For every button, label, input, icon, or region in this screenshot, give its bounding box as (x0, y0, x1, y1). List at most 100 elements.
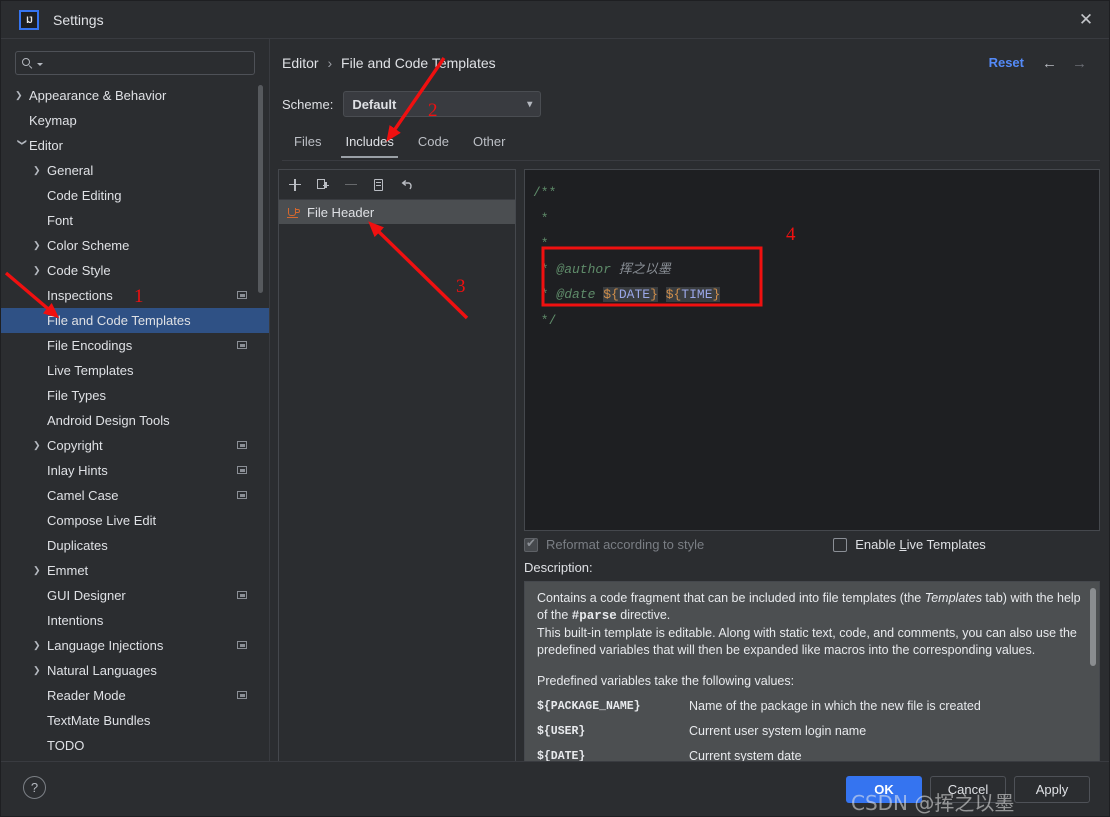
search-box[interactable] (15, 51, 255, 75)
template-list: File Header (279, 200, 515, 224)
sidebar-item-file-types[interactable]: File Types (1, 383, 269, 408)
code-token: * (533, 261, 557, 277)
chevron-right-icon[interactable]: ❯ (15, 91, 29, 100)
configurable-marker-icon (237, 441, 247, 449)
template-tabs: Files Includes Code Other (282, 131, 1100, 161)
sidebar-item-label: Copyright (47, 438, 103, 453)
description-scrollbar[interactable] (1090, 588, 1096, 666)
code-token: /** (533, 185, 557, 200)
chevron-right-icon[interactable]: ❯ (33, 241, 47, 250)
template-list-item[interactable]: File Header (279, 200, 515, 224)
sidebar-item-appearance-behavior[interactable]: ❯ Appearance & Behavior (1, 83, 269, 108)
copy-icon[interactable] (371, 177, 387, 193)
code-line: * (533, 206, 1099, 232)
reformat-checkbox (524, 536, 538, 552)
enable-live-templates-checkbox[interactable] (833, 537, 848, 552)
predefined-variable-name: ${PACKAGE_NAME} (537, 700, 641, 713)
sidebar-item-color-scheme[interactable]: ❯ Color Scheme (1, 233, 269, 258)
tab-code[interactable]: Code (406, 131, 461, 157)
code-token: ${ (603, 287, 619, 302)
template-list-toolbar (279, 170, 515, 200)
arrow-right-icon[interactable]: → (1072, 56, 1087, 71)
sidebar-item-font[interactable]: Font (1, 208, 269, 233)
chevron-right-icon[interactable]: ❯ (33, 566, 47, 575)
sidebar-item-label: Intentions (47, 613, 104, 628)
sidebar-item-file-encodings[interactable]: File Encodings (1, 333, 269, 358)
settings-content-pane: Editor › File and Code Templates Reset ←… (269, 39, 1109, 789)
search-input[interactable] (43, 54, 248, 72)
plus-icon[interactable] (287, 177, 303, 193)
sidebar-item-natural-languages[interactable]: ❯ Natural Languages (1, 658, 269, 683)
code-token: TIME (681, 287, 713, 302)
breadcrumb-separator-icon: › (327, 55, 333, 71)
sidebar-item-gui-designer[interactable]: GUI Designer (1, 583, 269, 608)
apply-button[interactable]: Apply (1014, 776, 1090, 803)
code-token: @date (556, 287, 596, 302)
sidebar-item-label: Inspections (47, 288, 113, 303)
sidebar-item-code-style[interactable]: ❯ Code Style (1, 258, 269, 283)
close-icon[interactable]: ✕ (1075, 9, 1097, 31)
sidebar-item-live-templates[interactable]: Live Templates (1, 358, 269, 383)
template-code-editor[interactable]: /** * * * @author 挥之以墨 * @date ${DATE} $… (524, 169, 1100, 531)
sidebar-item-copyright[interactable]: ❯ Copyright (1, 433, 269, 458)
sidebar-item-reader-mode[interactable]: Reader Mode (1, 683, 269, 708)
scheme-label: Scheme: (282, 96, 334, 112)
chevron-right-icon[interactable]: ❯ (33, 666, 47, 675)
chevron-right-icon[interactable]: ❯ (33, 441, 47, 450)
predefined-variable-row: ${USER} Current user system login name (537, 723, 1087, 740)
breadcrumb-current: File and Code Templates (341, 55, 496, 71)
sidebar-item-file-and-code-templates[interactable]: File and Code Templates (1, 308, 269, 333)
reset-link[interactable]: Reset (989, 55, 1024, 70)
sidebar-item-compose-live-edit[interactable]: Compose Live Edit (1, 508, 269, 533)
sidebar-item-label: Editor (29, 138, 63, 153)
intellij-idea-logo-icon: IJ (19, 9, 39, 30)
breadcrumb-parent[interactable]: Editor (282, 55, 319, 71)
window-title: Settings (53, 11, 104, 28)
tab-files[interactable]: Files (282, 131, 333, 157)
chevron-down-icon[interactable]: ❯ (18, 139, 28, 153)
cancel-button[interactable]: Cancel (930, 776, 1006, 803)
tab-other[interactable]: Other (461, 131, 518, 157)
configurable-marker-icon (237, 641, 247, 649)
sidebar-item-language-injections[interactable]: ❯ Language Injections (1, 633, 269, 658)
code-token: * (533, 236, 549, 251)
scheme-select[interactable]: Default ▾ (343, 91, 542, 117)
sidebar-item-label: File Encodings (47, 338, 133, 353)
chevron-right-icon[interactable]: ❯ (33, 166, 47, 175)
sidebar-item-emmet[interactable]: ❯ Emmet (1, 558, 269, 583)
sidebar-item-keymap[interactable]: Keymap (1, 108, 269, 133)
code-line: * @author 挥之以墨 (533, 257, 1099, 283)
code-token: DATE (618, 287, 651, 302)
sidebar-item-label: Compose Live Edit (47, 513, 157, 528)
predefined-variable-description: Name of the package in which the new fil… (689, 699, 981, 713)
ok-button[interactable]: OK (846, 776, 922, 803)
sidebar-item-android-design-tools[interactable]: Android Design Tools (1, 408, 269, 433)
template-list-panel: File Header (278, 169, 516, 789)
sidebar-item-todo[interactable]: TODO (1, 733, 269, 758)
scheme-selected-value: Default (352, 96, 397, 112)
code-token: * (533, 287, 557, 302)
sidebar-item-label: Code Style (47, 263, 111, 278)
arrow-left-icon[interactable]: ← (1042, 56, 1057, 71)
sidebar-item-intentions[interactable]: Intentions (1, 608, 269, 633)
search-container (1, 39, 269, 83)
predefined-variables-table: ${PACKAGE_NAME} Name of the package in wh… (537, 698, 1087, 765)
reset-undo-icon[interactable] (399, 177, 415, 193)
sidebar-item-general[interactable]: ❯ General (1, 158, 269, 183)
sidebar-item-code-editing[interactable]: Code Editing (1, 183, 269, 208)
sidebar-item-duplicates[interactable]: Duplicates (1, 533, 269, 558)
code-token: ${ (665, 287, 682, 302)
sidebar-item-camel-case[interactable]: Camel Case (1, 483, 269, 508)
sidebar-scrollbar[interactable] (258, 85, 263, 293)
create-template-from-file-icon[interactable] (315, 177, 331, 193)
help-button[interactable]: ? (23, 776, 46, 799)
tab-includes[interactable]: Includes (333, 131, 405, 158)
sidebar-item-inlay-hints[interactable]: Inlay Hints (1, 458, 269, 483)
sidebar-item-editor[interactable]: ❯ Editor (1, 133, 269, 158)
sidebar-item-textmate-bundles[interactable]: TextMate Bundles (1, 708, 269, 733)
sidebar-item-label: Natural Languages (47, 663, 157, 678)
settings-tree: ❯ Appearance & Behavior Keymap ❯ Editor ❯ Gene… (1, 83, 269, 761)
description-paragraph-2: This built-in template is editable. Alon… (537, 626, 1077, 657)
chevron-right-icon[interactable]: ❯ (33, 266, 47, 275)
chevron-right-icon[interactable]: ❯ (33, 641, 47, 650)
